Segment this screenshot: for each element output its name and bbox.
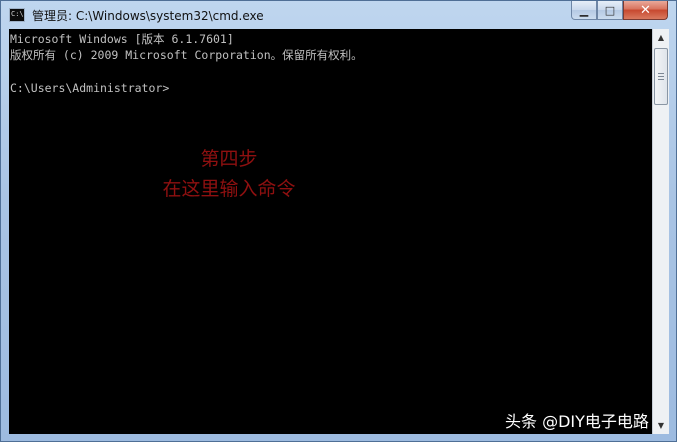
chevron-down-icon: ▼ [657,421,665,430]
scroll-up-button[interactable]: ▲ [653,29,669,46]
console-line-version: Microsoft Windows [版本 6.1.7601] [10,32,234,46]
console-line-copyright: 版权所有 (c) 2009 Microsoft Corporation。保留所有… [10,48,363,62]
maximize-button[interactable]: □ [597,1,623,20]
close-button[interactable]: ✕ [623,1,668,20]
grip-line [658,79,664,80]
annotation-step-label: 第四步 [200,148,258,170]
maximize-icon: □ [604,3,616,17]
console-output[interactable]: Microsoft Windows [版本 6.1.7601] 版权所有 (c)… [9,29,652,434]
source-watermark: 头条 @DIY电子电路 [505,412,649,431]
caption-buttons: ▁ □ ✕ [571,1,668,21]
scroll-down-button[interactable]: ▼ [653,417,669,434]
cmd-app-icon[interactable]: C:\ [9,8,25,22]
cmd-window: C:\ 管理员: C:\Windows\system32\cmd.exe ▁ □… [0,0,677,442]
step-annotation: 第四步 在这里输入命令 [129,144,329,204]
grip-line [658,73,664,74]
command-prompt[interactable]: C:\Users\Administrator> [10,80,169,96]
grip-line [658,76,664,77]
vertical-scrollbar[interactable]: ▲ ▼ [652,29,669,434]
title-bar[interactable]: C:\ 管理员: C:\Windows\system32\cmd.exe ▁ □… [1,1,676,29]
chevron-up-icon: ▲ [657,33,665,42]
minimize-icon: ▁ [579,3,589,17]
annotation-instruction: 在这里输入命令 [162,178,296,200]
close-icon: ✕ [640,2,651,18]
minimize-button[interactable]: ▁ [571,1,597,20]
window-title: 管理员: C:\Windows\system32\cmd.exe [32,9,264,23]
scroll-thumb[interactable] [654,48,668,105]
